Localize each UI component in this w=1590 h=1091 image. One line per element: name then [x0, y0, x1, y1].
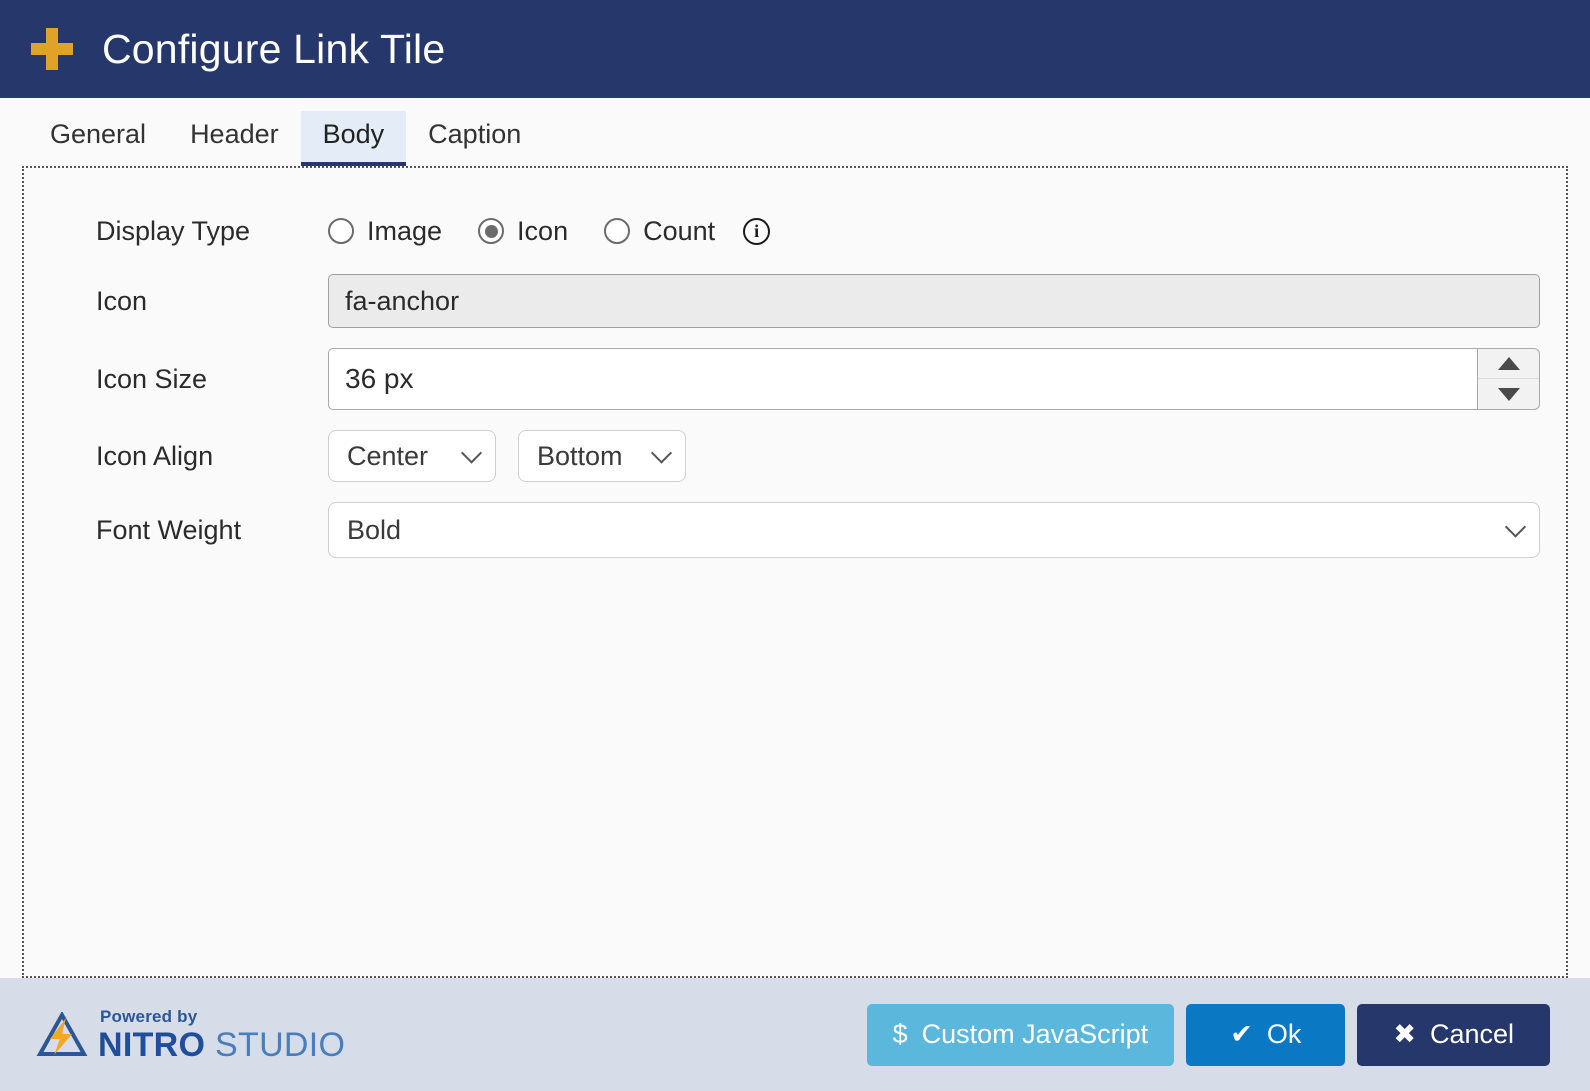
ok-label: Ok: [1266, 1019, 1302, 1049]
dialog-footer: Powered by NITRO STUDIO $ Custom JavaScr…: [0, 978, 1590, 1091]
brand-name: NITRO STUDIO: [98, 1028, 345, 1062]
icon-label: Icon: [96, 285, 148, 316]
icon-input[interactable]: [328, 274, 1540, 328]
icon-row: Icon: [50, 274, 1540, 328]
icon-size-input[interactable]: [328, 348, 1478, 410]
nitro-logo-icon: [36, 1011, 88, 1056]
body-tab-panel: Display Type Image Icon Count i Icon fa-…: [22, 166, 1568, 978]
icon-align-horizontal-select[interactable]: Center: [328, 430, 496, 482]
tab-body[interactable]: Body: [300, 111, 407, 166]
font-weight-label: Font Weight: [96, 514, 242, 545]
radio-circle-selected-icon: [478, 218, 505, 244]
chevron-down-icon: [460, 442, 483, 464]
increment-icon[interactable]: [1478, 349, 1539, 379]
plus-icon: [30, 27, 74, 71]
decrement-icon[interactable]: [1478, 379, 1539, 409]
brand-studio: STUDIO: [205, 1025, 346, 1064]
page-title: Configure Link Tile: [102, 25, 446, 72]
custom-javascript-label: Custom JavaScript: [921, 1019, 1149, 1049]
display-type-label: Display Type: [96, 215, 251, 246]
radio-display-type-icon[interactable]: Icon: [478, 216, 568, 247]
tab-caption[interactable]: Caption: [406, 111, 543, 166]
radio-label-icon: Icon: [517, 215, 569, 246]
close-icon: ✖: [1393, 1019, 1416, 1049]
custom-javascript-button[interactable]: $ Custom JavaScript: [866, 1003, 1175, 1066]
tab-general[interactable]: General: [28, 111, 168, 166]
ok-button[interactable]: ✔ Ok: [1186, 1003, 1346, 1066]
cancel-label: Cancel: [1429, 1019, 1514, 1049]
radio-circle-icon: [328, 218, 354, 244]
cancel-button[interactable]: ✖ Cancel: [1357, 1003, 1550, 1066]
dialog-titlebar: Configure Link Tile: [0, 0, 1590, 98]
icon-align-vertical-select[interactable]: Bottom: [518, 430, 686, 482]
tab-header[interactable]: Header: [168, 111, 301, 166]
display-type-row: Display Type Image Icon Count i: [50, 208, 1540, 254]
font-weight-row: Font Weight Bold: [50, 502, 1540, 558]
icon-align-row: Icon Align Center Bottom: [50, 430, 1540, 482]
radio-display-type-image[interactable]: Image: [328, 216, 442, 247]
icon-size-stepper: [328, 348, 1540, 410]
display-type-radio-group: Image Icon Count i: [328, 216, 771, 247]
icon-align-vertical-value: Bottom: [537, 440, 623, 471]
icon-size-row: Icon Size: [50, 348, 1540, 410]
brand-nitro: NITRO: [98, 1025, 206, 1064]
info-icon[interactable]: i: [743, 217, 771, 245]
icon-size-spin-buttons: [1478, 348, 1540, 410]
tab-bar: General Header Body Caption: [0, 98, 1590, 166]
configure-link-tile-dialog: Configure Link Tile General Header Body …: [0, 0, 1590, 1091]
radio-circle-icon: [604, 218, 631, 244]
icon-align-horizontal-value: Center: [347, 440, 429, 471]
radio-display-type-count[interactable]: Count: [604, 216, 715, 247]
icon-align-label: Icon Align: [96, 440, 214, 471]
nitro-studio-logo: Powered by NITRO STUDIO: [36, 1008, 345, 1062]
chevron-down-icon: [650, 442, 673, 464]
icon-size-label: Icon Size: [96, 363, 208, 394]
dollar-icon: $: [892, 1019, 908, 1049]
radio-label-image: Image: [367, 215, 443, 246]
font-weight-select[interactable]: Bold: [328, 502, 1540, 558]
radio-label-count: Count: [643, 215, 716, 246]
powered-by-label: Powered by: [100, 1006, 198, 1026]
chevron-down-icon: [1504, 516, 1527, 538]
font-weight-value: Bold: [347, 514, 402, 545]
check-icon: ✔: [1230, 1019, 1253, 1049]
